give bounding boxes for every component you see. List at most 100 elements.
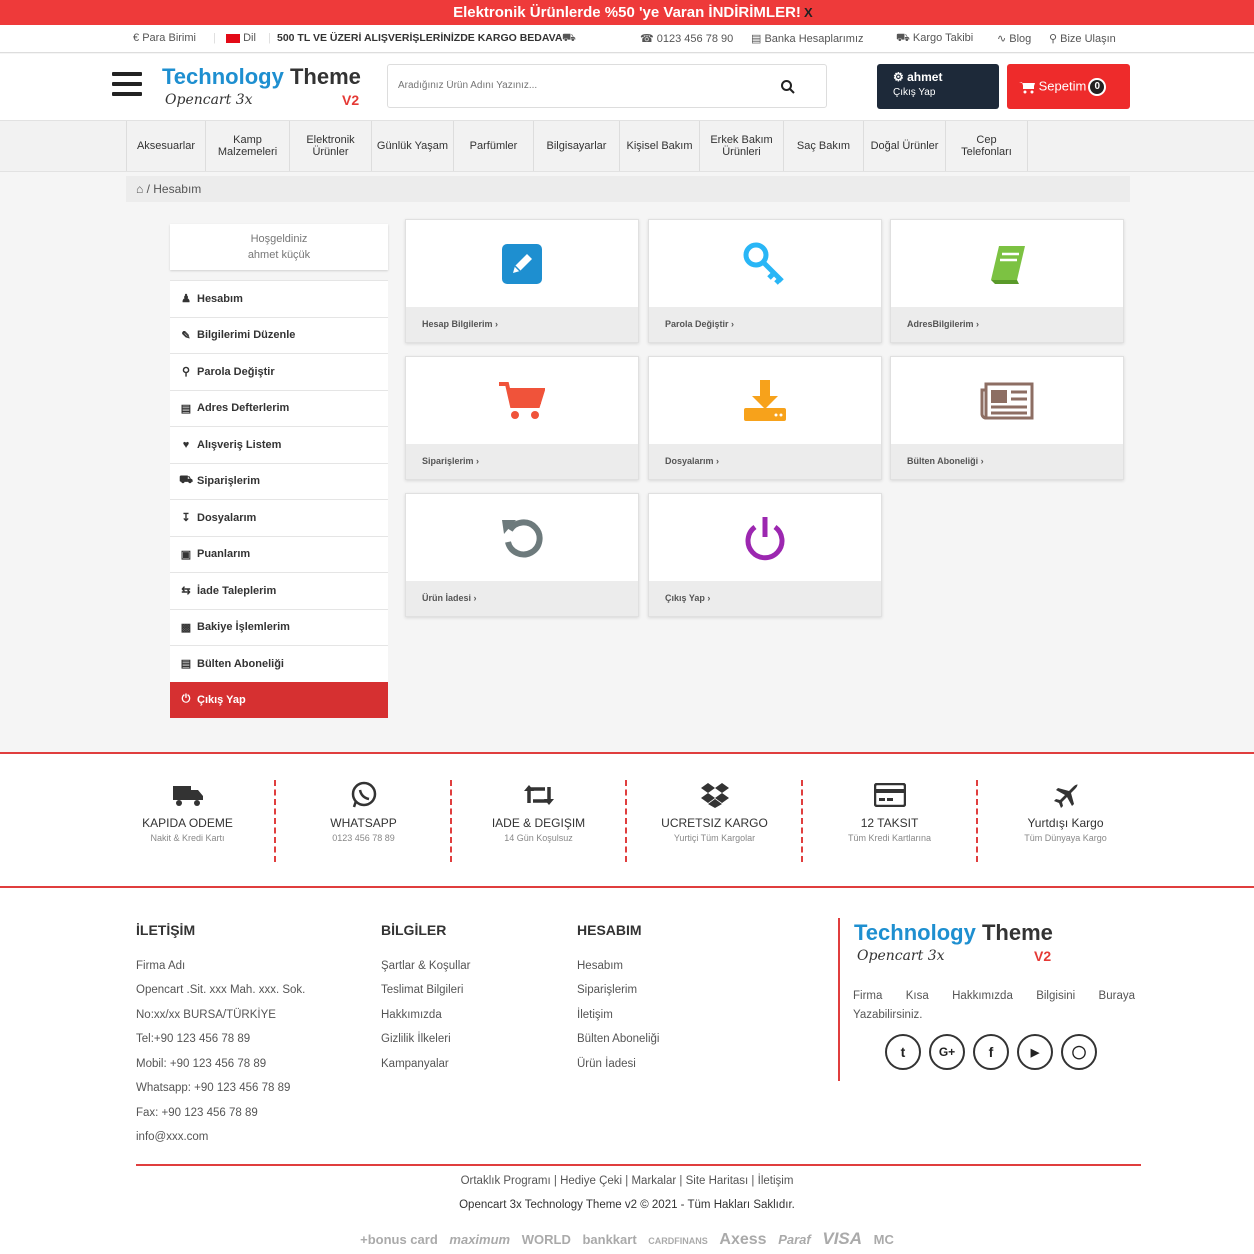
sidebar-item-alisveris-listem[interactable]: ♥ Alışveriş Listem xyxy=(170,426,388,463)
footer-link[interactable]: Ürün İadesi xyxy=(577,1058,636,1070)
search-input[interactable] xyxy=(398,65,768,105)
sidebar-item-bilgilerimi-duzenle[interactable]: ✎ Bilgilerimi Düzenle xyxy=(170,316,388,353)
instagram-icon[interactable]: ◯ xyxy=(1061,1034,1097,1070)
user-account-box[interactable]: ⚙ ahmet Çıkış Yap xyxy=(877,64,999,109)
logout-link[interactable]: Çıkış Yap xyxy=(893,87,983,98)
footer-link[interactable]: Teslimat Bilgileri xyxy=(381,984,463,996)
menu-item-sac-bakim[interactable]: Saç Bakım xyxy=(784,121,864,171)
footer-link[interactable]: Siparişlerim xyxy=(577,984,637,996)
topbar-phone[interactable]: ☎ 0123 456 78 90 xyxy=(640,32,733,45)
sidebar-item-bakiye[interactable]: ▩ Bakiye İşlemlerim xyxy=(170,608,388,645)
feature-subtitle: Tüm Kredi Kartlarına xyxy=(847,833,932,843)
topbar-bank-link[interactable]: ▤ Banka Hesaplarımız xyxy=(751,32,864,45)
footer-bottom-link[interactable]: Hediye Çeki xyxy=(560,1175,622,1187)
footer-link[interactable]: Hesabım xyxy=(577,960,623,972)
promo-text: Elektronik Ürünlerde %50 'ye Varan İNDİR… xyxy=(453,4,801,21)
power-icon: ⏻ xyxy=(181,693,191,706)
sidebar-item-label: Çıkış Yap xyxy=(197,693,246,706)
power-icon xyxy=(745,517,785,561)
download-icon xyxy=(744,380,786,421)
menu-item-kisisel-bakim[interactable]: Kişisel Bakım xyxy=(620,121,700,171)
site-logo[interactable]: Technology Theme Opencart 3x V2 xyxy=(162,64,372,110)
feature-subtitle: Yurtiçi Tüm Kargolar xyxy=(673,833,756,843)
youtube-icon[interactable]: ▶ xyxy=(1017,1034,1053,1070)
card-cikis-yap[interactable]: Çıkış Yap › xyxy=(648,493,882,617)
card-hesap-bilgilerim[interactable]: Hesap Bilgilerim › xyxy=(405,219,639,343)
menu-item-bilgisayarlar[interactable]: Bilgisayarlar xyxy=(534,121,620,171)
footer-link[interactable]: Hakkımızda xyxy=(381,1009,442,1021)
plane-icon xyxy=(1053,784,1078,808)
topbar-tracking-link[interactable]: ⛟ Kargo Takibi xyxy=(896,32,973,46)
logo-version: V2 xyxy=(342,92,360,108)
menu-item-gunluk-yasam[interactable]: Günlük Yaşam xyxy=(372,121,454,171)
cart-icon xyxy=(1019,81,1035,93)
footer-link[interactable]: Şartlar & Koşullar xyxy=(381,960,470,972)
search-icon[interactable] xyxy=(780,79,796,95)
footer-link[interactable]: Gizlilik İlkeleri xyxy=(381,1033,451,1045)
twitter-icon[interactable]: t xyxy=(885,1034,921,1070)
footer-bottom-link[interactable]: Site Haritası xyxy=(686,1175,749,1187)
promo-close-button[interactable]: X xyxy=(804,0,813,25)
sidebar-item-dosyalarim[interactable]: ↧ Dosyalarım xyxy=(170,499,388,536)
menu-item-kamp[interactable]: Kamp Malzemeleri xyxy=(206,121,290,171)
menu-item-elektronik[interactable]: Elektronik Ürünler xyxy=(290,121,372,171)
card-bulten-aboneligi[interactable]: Bülten Aboneliği › xyxy=(890,356,1124,480)
card-parola-degistir[interactable]: Parola Değiştir › xyxy=(648,219,882,343)
feature-title: KAPIDA ODEME xyxy=(142,816,233,830)
card-siparislerim[interactable]: Siparişlerim › xyxy=(405,356,639,480)
sidebar-item-iade[interactable]: ⇆ İade Taleplerim xyxy=(170,572,388,609)
menu-item-aksesuarlar[interactable]: Aksesuarlar xyxy=(126,121,206,171)
footer-link[interactable]: Bülten Aboneliği xyxy=(577,1033,659,1045)
contact-email[interactable]: info@xxx.com xyxy=(136,1131,208,1143)
sidebar-item-cikis[interactable]: ⏻ Çıkış Yap xyxy=(170,681,388,718)
sidebar-item-puanlarim[interactable]: ▣ Puanlarım xyxy=(170,535,388,572)
google-plus-icon[interactable]: G+ xyxy=(929,1034,965,1070)
card-adres-bilgilerim[interactable]: AdresBilgilerim › xyxy=(890,219,1124,343)
card-dosyalarim[interactable]: Dosyalarım › xyxy=(648,356,882,480)
sidebar-item-label: Bilgilerimi Düzenle xyxy=(197,329,296,342)
breadcrumb-current[interactable]: Hesabım xyxy=(153,182,201,196)
sidebar-item-adres[interactable]: ▤ Adres Defterlerim xyxy=(170,389,388,426)
home-icon[interactable]: ⌂ xyxy=(136,182,143,196)
facebook-icon[interactable]: f xyxy=(973,1034,1009,1070)
cart-icon xyxy=(499,382,545,419)
footer-logo[interactable]: Technology Theme Opencart 3x V2 xyxy=(854,920,1064,966)
contact-line: Mobil: +90 123 456 78 89 xyxy=(136,1058,267,1070)
menu-item-dogal-urunler[interactable]: Doğal Ürünler xyxy=(864,121,946,171)
topbar-blog-link[interactable]: ∿ Blog xyxy=(997,32,1031,45)
welcome-label: Hoşgeldiniz xyxy=(250,233,308,245)
footer-bottom-link[interactable]: Ortaklık Programı xyxy=(461,1175,551,1187)
menu-item-erkek-bakim[interactable]: Erkek Bakım Ürünleri xyxy=(700,121,784,171)
topbar-contact-link[interactable]: ⚲ Bize Ulaşın xyxy=(1049,32,1116,45)
feature-title: 12 TAKSIT xyxy=(860,816,919,830)
card-label: Bülten Aboneliği xyxy=(907,456,979,466)
footer-bottom-link[interactable]: İletişim xyxy=(758,1175,794,1187)
feature-title: WHATSAPP xyxy=(330,816,397,830)
hamburger-menu-icon[interactable] xyxy=(112,72,142,96)
logo-title-dark: Theme xyxy=(289,64,361,89)
payment-logo-paraf: Paraf xyxy=(778,1232,811,1247)
language-selector[interactable]: Dil xyxy=(226,32,256,44)
footer-link[interactable]: Kampanyalar xyxy=(381,1058,449,1070)
sidebar-item-bulten[interactable]: ▤ Bülten Aboneliği xyxy=(170,645,388,682)
card-urun-iadesi[interactable]: Ürün İadesi › xyxy=(405,493,639,617)
sidebar-item-label: Hesabım xyxy=(197,292,243,305)
sidebar-item-siparislerim[interactable]: ⛟ Siparişlerim xyxy=(170,462,388,499)
card-label: Siparişlerim xyxy=(422,456,474,466)
sidebar-item-hesabim[interactable]: ♟ Hesabım xyxy=(170,280,388,317)
phone-text: 0123 456 78 90 xyxy=(656,33,734,45)
currency-selector[interactable]: € Para Birimi xyxy=(133,32,196,44)
logo-title-dark: Theme xyxy=(981,920,1053,945)
menu-item-cep-telefonlari[interactable]: Cep Telefonları xyxy=(946,121,1028,171)
credit-card-icon xyxy=(873,783,906,807)
feature-ucretsiz-kargo: UCRETSIZ KARGO Yurtiçi Tüm Kargolar xyxy=(627,780,802,860)
sidebar-item-label: İade Taleplerim xyxy=(197,584,277,597)
feature-title: UCRETSIZ KARGO xyxy=(661,816,768,830)
cart-button[interactable]: Sepetim 0 xyxy=(1007,64,1130,109)
sidebar-item-parola[interactable]: ⚲ Parola Değiştir xyxy=(170,353,388,390)
truck-icon xyxy=(172,786,203,806)
menu-item-parfumler[interactable]: Parfümler xyxy=(454,121,534,171)
footer-link[interactable]: İletişim xyxy=(577,1009,613,1021)
search-box xyxy=(387,64,827,108)
footer-bottom-link[interactable]: Markalar xyxy=(631,1175,676,1187)
